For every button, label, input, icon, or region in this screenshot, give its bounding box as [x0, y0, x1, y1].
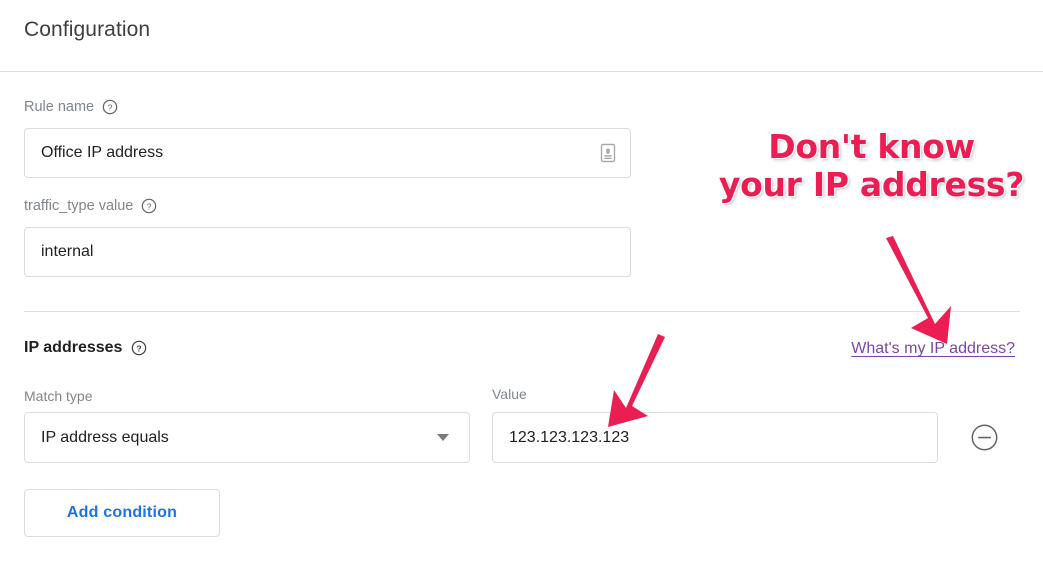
- match-type-value: IP address equals: [41, 428, 169, 446]
- ip-value-text: 123.123.123.123: [509, 428, 630, 446]
- rule-name-input[interactable]: Office IP address: [24, 128, 631, 178]
- svg-text:?: ?: [137, 343, 142, 353]
- insert-variable-icon[interactable]: [598, 142, 618, 164]
- traffic-type-value: internal: [41, 243, 94, 260]
- ip-addresses-heading: IP addresses ?: [24, 339, 147, 357]
- annotation-text: Don't know your IP address?: [700, 127, 1043, 205]
- rule-name-label: Rule name ?: [24, 99, 118, 115]
- help-circle-icon[interactable]: ?: [102, 99, 118, 115]
- value-label: Value: [492, 386, 527, 402]
- annotation-line-1: Don't know: [768, 127, 975, 166]
- section-divider: [24, 311, 1020, 312]
- match-type-select[interactable]: IP address equals: [24, 412, 470, 463]
- rule-name-label-text: Rule name: [24, 99, 95, 115]
- arrow-to-link: [875, 232, 985, 347]
- help-circle-icon[interactable]: ?: [131, 340, 147, 356]
- help-circle-icon[interactable]: ?: [141, 198, 157, 214]
- add-condition-button[interactable]: Add condition: [24, 489, 220, 537]
- traffic-type-label: traffic_type value ?: [24, 198, 157, 214]
- svg-text:?: ?: [147, 201, 152, 211]
- svg-text:?: ?: [108, 102, 113, 112]
- ip-value-input[interactable]: 123.123.123.123: [492, 412, 938, 463]
- rule-name-value: Office IP address: [41, 144, 164, 161]
- remove-circle-icon[interactable]: [971, 424, 998, 451]
- traffic-type-label-text: traffic_type value: [24, 198, 134, 214]
- match-type-label: Match type: [24, 388, 93, 404]
- traffic-type-input[interactable]: internal: [24, 227, 631, 277]
- ip-addresses-heading-text: IP addresses: [24, 339, 123, 356]
- chevron-down-icon[interactable]: [437, 434, 449, 441]
- header-divider: [0, 71, 1043, 72]
- arrow-to-value-field: [596, 330, 686, 435]
- page-title: Configuration: [24, 18, 151, 41]
- annotation-line-2: your IP address?: [718, 165, 1025, 205]
